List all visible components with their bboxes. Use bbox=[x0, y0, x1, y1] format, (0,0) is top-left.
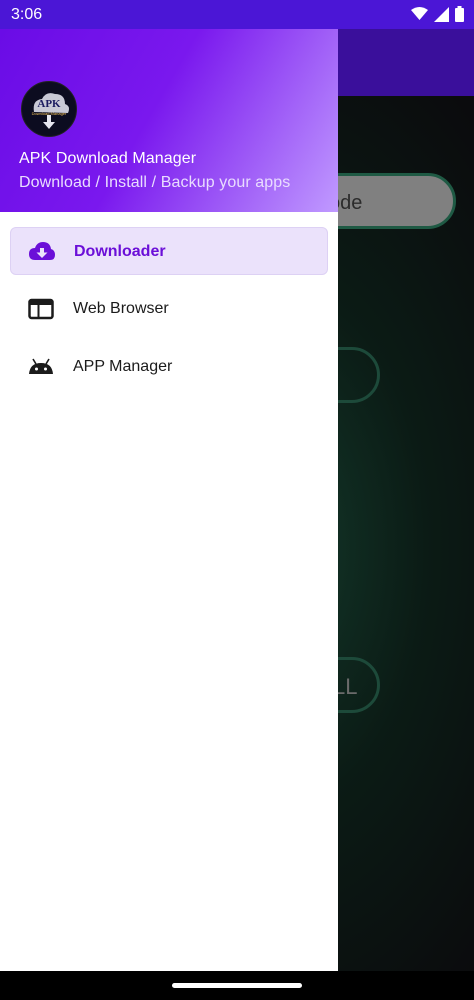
app-subtitle: Download / Install / Backup your apps bbox=[19, 174, 291, 191]
battery-icon bbox=[455, 6, 464, 22]
cloud-download-icon bbox=[29, 242, 55, 260]
app-title: APK Download Manager bbox=[19, 150, 197, 167]
web-browser-icon bbox=[28, 298, 54, 320]
android-icon bbox=[29, 358, 53, 374]
app-logo: APK Download Manager bbox=[21, 81, 77, 137]
logo-text: APK bbox=[37, 98, 61, 110]
menu-item-label: APP Manager bbox=[73, 358, 173, 375]
status-time: 3:06 bbox=[11, 6, 43, 23]
status-bar: 3:06 bbox=[0, 0, 474, 29]
menu-item-app-manager[interactable]: APP Manager bbox=[10, 343, 328, 391]
status-icons bbox=[411, 6, 464, 22]
menu-item-label: Web Browser bbox=[73, 300, 169, 317]
menu-item-downloader[interactable]: Downloader bbox=[10, 227, 328, 275]
wifi-icon bbox=[411, 7, 428, 20]
navigation-drawer: APK Download Manager APK Download Manage… bbox=[0, 29, 338, 971]
menu-item-label: Downloader bbox=[74, 243, 166, 260]
menu-item-web-browser[interactable]: Web Browser bbox=[10, 285, 328, 333]
home-gesture-handle[interactable] bbox=[172, 983, 302, 988]
signal-icon bbox=[434, 6, 449, 22]
system-navigation-bar bbox=[0, 971, 474, 1000]
drawer-header: APK Download Manager APK Download Manage… bbox=[0, 29, 338, 212]
